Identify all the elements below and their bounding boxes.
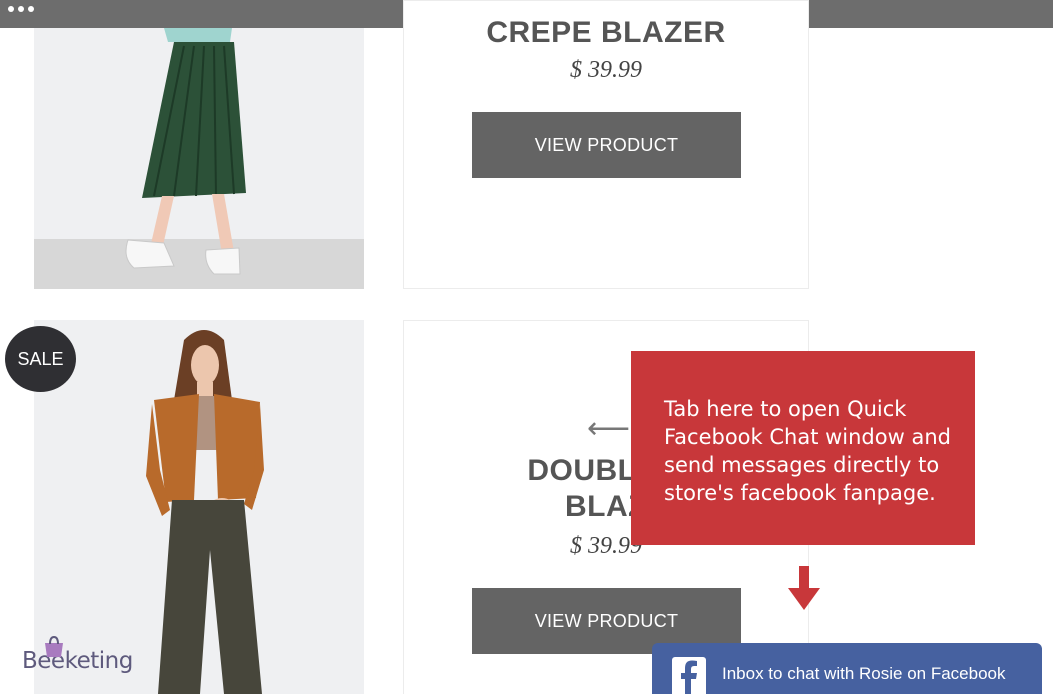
product-card: CREPE BLAZER $ 39.99 VIEW PRODUCT [403, 0, 809, 289]
beeketing-logo: Beeketing [22, 634, 133, 674]
product-image-pleated-skirt[interactable] [34, 28, 364, 289]
window-dot [28, 6, 34, 12]
tooltip-text: Tab here to open Quick Facebook Chat win… [664, 397, 951, 505]
sale-badge: SALE [5, 326, 76, 392]
window-dots [8, 6, 34, 12]
product-price: $ 39.99 [570, 57, 642, 83]
product-title: CREPE BLAZER [486, 16, 726, 49]
shopping-bag-icon [45, 636, 63, 657]
arrow-left-icon[interactable]: ⟵ [587, 411, 630, 446]
arrow-down-icon [788, 566, 820, 610]
chat-tooltip: Tab here to open Quick Facebook Chat win… [631, 351, 975, 545]
facebook-icon [672, 657, 706, 694]
window-dot [18, 6, 24, 12]
logo-text: Beeketing [22, 648, 133, 674]
view-product-button[interactable]: VIEW PRODUCT [472, 112, 741, 178]
facebook-chat-label: Inbox to chat with Rosie on Facebook [722, 664, 1006, 683]
facebook-chat-bar[interactable]: Inbox to chat with Rosie on Facebook [652, 643, 1042, 694]
product-photo [34, 28, 364, 289]
window-dot [8, 6, 14, 12]
